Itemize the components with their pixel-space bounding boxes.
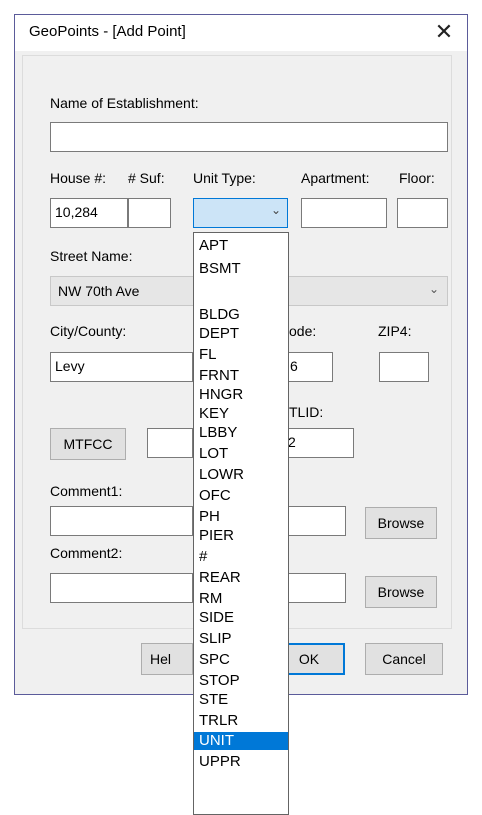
browse1-button[interactable]: Browse (365, 507, 437, 539)
dropdown-item-trlr[interactable]: TRLR (194, 712, 288, 730)
dropdown-item-unit[interactable]: UNIT (194, 732, 288, 750)
dropdown-item-pier[interactable]: PIER (194, 527, 288, 545)
comment1-label: Comment1: (50, 483, 123, 499)
house-number-label: House #: (50, 170, 107, 186)
dropdown-item-bldg[interactable]: BLDG (194, 306, 288, 324)
unit-type-label: Unit Type: (193, 170, 256, 186)
dropdown-item-lot[interactable]: LOT (194, 445, 288, 463)
dropdown-item-hash[interactable]: # (194, 548, 288, 566)
comment1-input-right[interactable] (289, 506, 346, 536)
dropdown-item-apt[interactable]: APT (194, 237, 288, 255)
dropdown-item-rear[interactable]: REAR (194, 569, 288, 587)
dropdown-item-rm[interactable]: RM (194, 590, 288, 608)
dropdown-item-frnt[interactable]: FRNT (194, 367, 288, 385)
dropdown-item-ofc[interactable]: OFC (194, 487, 288, 505)
close-icon[interactable]: ✕ (431, 17, 457, 47)
comment1-input[interactable] (50, 506, 193, 536)
floor-input[interactable] (397, 198, 448, 228)
dropdown-item-hngr[interactable]: HNGR (194, 386, 288, 404)
comment2-label: Comment2: (50, 545, 123, 561)
dropdown-item-dept[interactable]: DEPT (194, 325, 288, 343)
house-number-input[interactable]: 10,284 (50, 198, 128, 228)
floor-label: Floor: (399, 170, 435, 186)
comment2-input[interactable] (50, 573, 193, 603)
suffix-label: # Suf: (128, 170, 165, 186)
dropdown-item-blank[interactable] (194, 283, 288, 301)
title-bar: GeoPoints - [Add Point] ✕ (15, 15, 467, 51)
mtfcc-button[interactable]: MTFCC (50, 428, 126, 460)
dropdown-item-lowr[interactable]: LOWR (194, 466, 288, 484)
apartment-input[interactable] (301, 198, 387, 228)
cancel-button[interactable]: Cancel (365, 643, 443, 675)
dropdown-item-bsmt[interactable]: BSMT (194, 260, 288, 278)
chevron-down-icon[interactable]: ⌄ (271, 203, 281, 217)
dropdown-item-lbby[interactable]: LBBY (194, 424, 288, 442)
chevron-down-icon[interactable]: ⌄ (429, 282, 439, 296)
unit-type-combobox[interactable]: ⌄ (193, 198, 288, 228)
street-name-value: NW 70th Ave (58, 283, 140, 299)
name-input[interactable] (50, 122, 448, 152)
dropdown-item-fl[interactable]: FL (194, 346, 288, 364)
help-button[interactable]: Hel (141, 643, 193, 675)
zip4-label: ZIP4: (378, 323, 412, 339)
zip-input[interactable]: 6 (285, 352, 333, 382)
dropdown-item-stop[interactable]: STOP (194, 672, 288, 690)
tlid-input[interactable]: 2 (283, 428, 354, 458)
street-name-label: Street Name: (50, 248, 133, 264)
name-label: Name of Establishment: (50, 95, 199, 111)
browse2-button[interactable]: Browse (365, 576, 437, 608)
zip-label: ode: (289, 323, 317, 339)
dropdown-item-uppr[interactable]: UPPR (194, 753, 288, 771)
window-title: GeoPoints - [Add Point] (29, 23, 186, 40)
city-county-input[interactable]: Levy (50, 352, 193, 382)
dropdown-item-slip[interactable]: SLIP (194, 630, 288, 648)
city-county-label: City/County: (50, 323, 127, 339)
unit-type-dropdown-list[interactable]: APT BSMT BLDG DEPT FL FRNT HNGR KEY LBBY… (193, 232, 289, 815)
dropdown-item-side[interactable]: SIDE (194, 609, 288, 627)
zip4-input[interactable] (379, 352, 429, 382)
dropdown-item-ste[interactable]: STE (194, 691, 288, 709)
dropdown-item-ph[interactable]: PH (194, 508, 288, 526)
dropdown-item-spc[interactable]: SPC (194, 651, 288, 669)
comment2-input-right[interactable] (289, 573, 346, 603)
dropdown-item-key[interactable]: KEY (194, 405, 288, 423)
mtfcc-input[interactable] (147, 428, 193, 458)
suffix-input[interactable] (128, 198, 171, 228)
apartment-label: Apartment: (301, 170, 370, 186)
tlid-label: TLID: (289, 404, 324, 420)
